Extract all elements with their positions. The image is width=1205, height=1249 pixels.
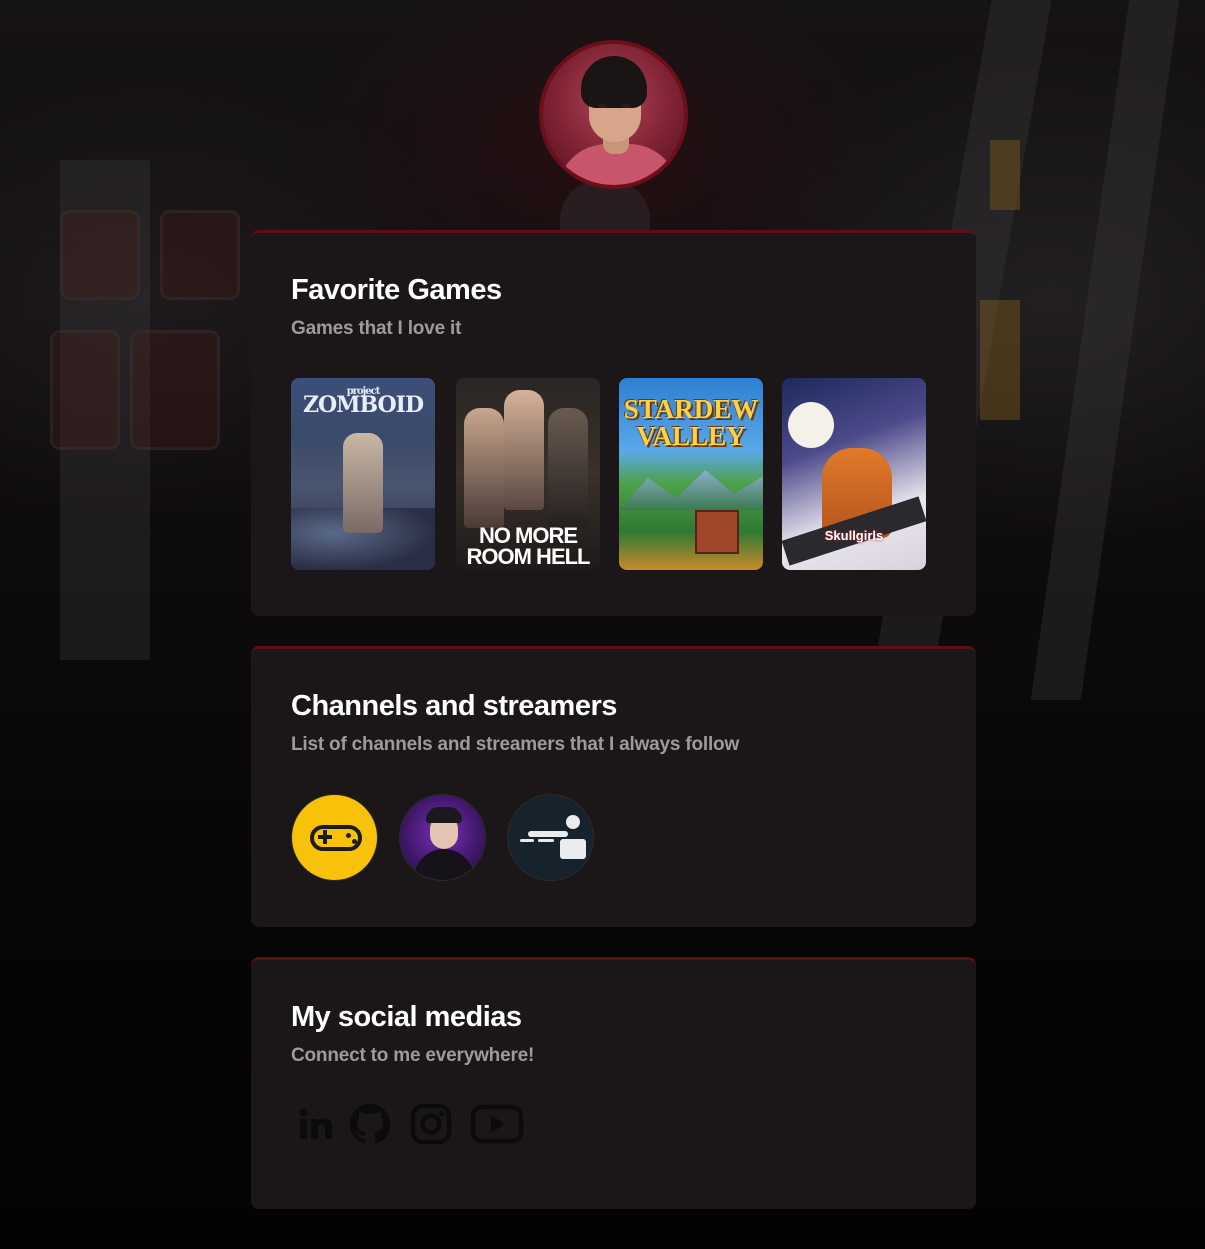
channels-card: Channels and streamers List of channels … bbox=[251, 646, 976, 927]
runner-arm bbox=[528, 831, 568, 837]
channel-avatar-streamer[interactable] bbox=[399, 794, 486, 881]
cover-figure bbox=[464, 408, 504, 528]
gamepad-button bbox=[352, 839, 357, 844]
youtube-icon[interactable] bbox=[469, 1100, 525, 1148]
game-cover-stardew-valley[interactable]: STARDEW VALLEY bbox=[619, 378, 763, 570]
game-cover-skullgirls[interactable]: Skullgirls bbox=[782, 378, 926, 570]
gamepad-dpad bbox=[323, 830, 327, 844]
runner-body bbox=[560, 839, 586, 859]
game-logo: ZOMBOID bbox=[302, 392, 424, 418]
speed-line bbox=[538, 839, 554, 842]
game-logo: NO MORE ROOM HELL bbox=[456, 525, 600, 569]
cover-moon bbox=[788, 402, 834, 448]
runner-head bbox=[566, 815, 580, 829]
channels-title: Channels and streamers bbox=[291, 690, 617, 722]
github-icon[interactable] bbox=[349, 1100, 391, 1148]
game-logo-line1: STARDEW bbox=[623, 394, 759, 424]
social-title: My social medias bbox=[291, 1001, 522, 1033]
cover-barn bbox=[695, 510, 739, 554]
social-card: My social medias Connect to me everywher… bbox=[251, 957, 976, 1209]
avatar-hair bbox=[581, 56, 647, 108]
instagram-icon[interactable] bbox=[409, 1100, 453, 1148]
channel-avatar-gamepad[interactable] bbox=[291, 794, 378, 881]
game-logo: Skullgirls bbox=[824, 528, 884, 543]
streamer-cap bbox=[426, 807, 462, 823]
game-logo-line2: VALLEY bbox=[636, 421, 746, 451]
cover-figure bbox=[504, 390, 544, 510]
game-logo: STARDEW VALLEY bbox=[619, 396, 763, 450]
game-logo-line2: ROOM HELL bbox=[466, 543, 591, 569]
profile-avatar bbox=[539, 40, 688, 189]
cover-figure bbox=[548, 408, 588, 528]
avatar-eye-right bbox=[622, 104, 631, 108]
game-cover-no-more-room-in-hell[interactable]: NO MORE ROOM HELL bbox=[456, 378, 600, 570]
avatar-eye-left bbox=[598, 104, 607, 108]
gamepad-button bbox=[346, 833, 351, 838]
streamer-body bbox=[414, 849, 474, 880]
game-cover-project-zomboid[interactable]: project ZOMBOID bbox=[291, 378, 435, 570]
cover-mountains bbox=[619, 470, 763, 510]
social-subtitle: Connect to me everywhere! bbox=[291, 1044, 535, 1066]
favorite-games-card: Favorite Games Games that I love it proj… bbox=[251, 230, 976, 616]
channel-avatar-runner[interactable] bbox=[507, 794, 594, 881]
favorite-games-subtitle: Games that I love it bbox=[291, 317, 462, 339]
speed-line bbox=[520, 839, 534, 842]
linkedin-icon[interactable] bbox=[295, 1100, 335, 1148]
favorite-games-title: Favorite Games bbox=[291, 274, 502, 306]
channels-subtitle: List of channels and streamers that I al… bbox=[291, 733, 740, 755]
cover-figure bbox=[343, 433, 383, 533]
